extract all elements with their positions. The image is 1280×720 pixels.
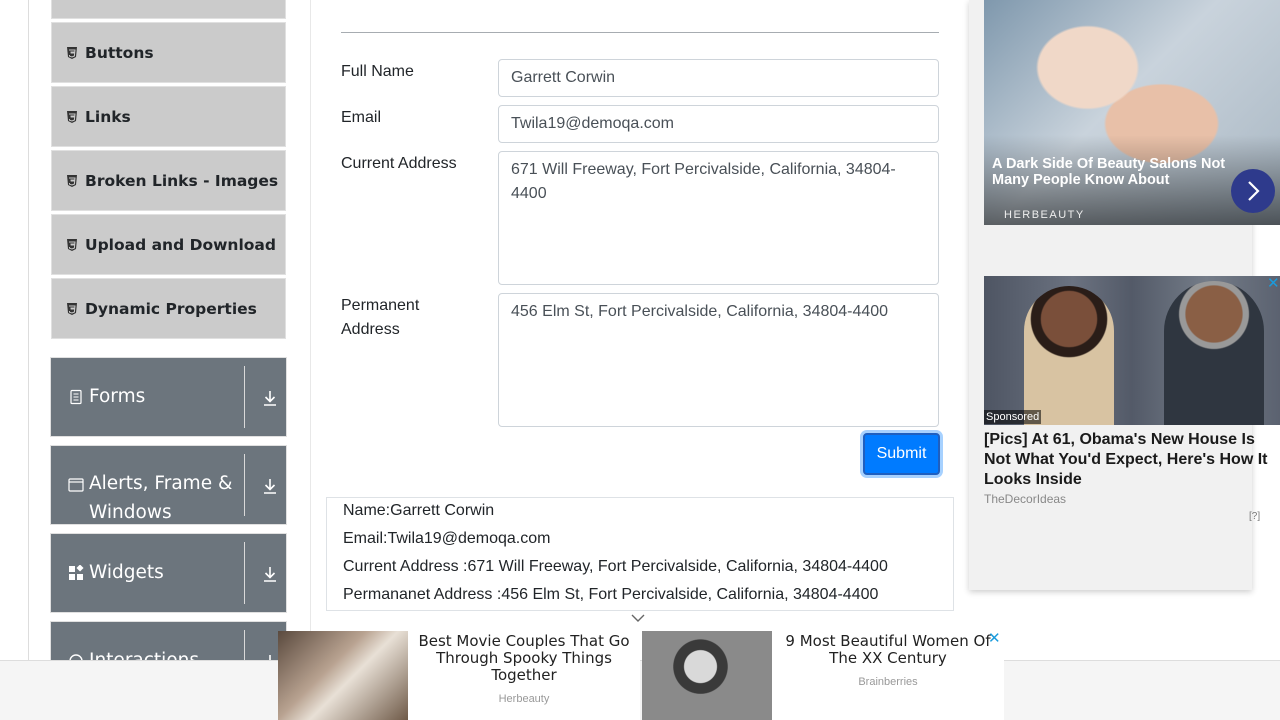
download-icon[interactable] xyxy=(261,477,279,495)
ad-obama-image[interactable] xyxy=(984,276,1280,425)
person-figure xyxy=(1024,286,1114,425)
sidebar-item-dynamic-properties[interactable]: Dynamic Properties xyxy=(51,278,286,339)
current-address-text: 671 Will Freeway, Fort Percivalside, Cal… xyxy=(511,161,896,202)
group-label: Widgets xyxy=(89,562,164,583)
sidebar-item-links[interactable]: Links xyxy=(51,86,286,147)
permanent-address-text: 456 Elm St, Fort Percivalside, Californi… xyxy=(511,303,889,320)
html5-icon xyxy=(66,238,78,251)
permanent-address-label: Permanent Address xyxy=(341,297,420,338)
html5-icon xyxy=(66,174,78,187)
group-divider xyxy=(244,454,245,516)
current-address-label: Current Address xyxy=(341,155,457,172)
sidebar-group-widgets[interactable]: Widgets xyxy=(50,533,287,613)
sidebar-left-border xyxy=(28,0,29,720)
email-input[interactable]: Twila19@demoqa.com xyxy=(498,105,939,143)
ad-info[interactable]: [?] xyxy=(1249,511,1260,522)
output-panel: Name:Garrett Corwin Email:Twila19@demoqa… xyxy=(326,497,954,611)
document-icon xyxy=(68,389,84,405)
ad-beauty-salons[interactable]: A Dark Side Of Beauty Salons Not Many Pe… xyxy=(984,0,1280,225)
email-label: Email xyxy=(341,109,382,126)
ad-title: 9 Most Beautiful Women Of The XX Century xyxy=(785,632,991,667)
close-icon[interactable]: ✕ xyxy=(988,631,1001,646)
widgets-icon xyxy=(68,565,84,581)
ad-title[interactable]: [Pics] At 61, Obama's New House Is Not W… xyxy=(984,430,1276,490)
ad-brand: HERBEAUTY xyxy=(1004,209,1085,221)
ad-title: Best Movie Couples That Go Through Spook… xyxy=(418,632,630,684)
sidebar-item-label: Dynamic Properties xyxy=(85,299,257,318)
ad-thumbnail xyxy=(278,631,408,720)
ad-source: Herbeauty xyxy=(498,693,550,705)
ad-title: A Dark Side Of Beauty Salons Not Many Pe… xyxy=(992,156,1226,188)
chevron-right-icon[interactable] xyxy=(1231,169,1275,213)
group-divider xyxy=(244,366,245,428)
html5-icon xyxy=(66,46,78,59)
download-icon[interactable] xyxy=(261,565,279,583)
submit-button[interactable]: Submit xyxy=(863,433,940,475)
sidebar-right-border xyxy=(310,0,311,720)
full-name-input[interactable]: Garrett Corwin xyxy=(498,59,939,97)
download-icon[interactable] xyxy=(261,389,279,407)
output-permanent-address: Permananet Address :456 Elm St, Fort Per… xyxy=(343,586,879,603)
current-address-textarea[interactable]: 671 Will Freeway, Fort Percivalside, Cal… xyxy=(498,151,939,285)
ad-thumbnail xyxy=(642,631,772,720)
full-name-label: Full Name xyxy=(341,63,414,80)
close-icon[interactable]: ✕ xyxy=(1267,276,1280,291)
sponsored-badge: Sponsored xyxy=(984,410,1042,424)
chevron-down-icon[interactable] xyxy=(630,612,646,624)
group-divider xyxy=(244,542,245,604)
output-email: Email:Twila19@demoqa.com xyxy=(343,530,551,547)
sidebar-item-label: Links xyxy=(85,107,131,126)
sidebar-item-partial[interactable] xyxy=(51,0,286,19)
form-divider xyxy=(341,32,939,33)
sidebar-item-upload-download[interactable]: Upload and Download xyxy=(51,214,286,275)
group-label: Alerts, Frame & Windows xyxy=(89,473,233,523)
sidebar-item-broken-links[interactable]: Broken Links - Images xyxy=(51,150,286,211)
sidebar-item-label: Broken Links - Images xyxy=(85,171,279,190)
person-figure xyxy=(1164,281,1264,425)
sidebar-group-alerts[interactable]: Alerts, Frame & Windows xyxy=(50,445,287,525)
sidebar-group-forms[interactable]: Forms xyxy=(50,357,287,437)
ad-source: Brainberries xyxy=(858,676,918,688)
html5-icon xyxy=(66,302,78,315)
output-current-address: Current Address :671 Will Freeway, Fort … xyxy=(343,558,888,575)
window-icon xyxy=(68,477,84,493)
permanent-address-textarea[interactable]: 456 Elm St, Fort Percivalside, Californi… xyxy=(498,293,939,427)
group-label: Forms xyxy=(89,386,146,407)
html5-icon xyxy=(66,110,78,123)
output-name: Name:Garrett Corwin xyxy=(343,502,495,519)
bottom-ad-2[interactable]: 9 Most Beautiful Women Of The XX Century… xyxy=(642,631,1004,720)
bottom-ad-bar xyxy=(0,660,1280,720)
sidebar-item-label: Buttons xyxy=(85,43,154,62)
sidebar-item-label: Upload and Download xyxy=(85,235,276,254)
bottom-ad-1[interactable]: Best Movie Couples That Go Through Spook… xyxy=(278,631,640,720)
sidebar-item-buttons[interactable]: Buttons xyxy=(51,22,286,83)
ad-source: TheDecorIdeas xyxy=(984,492,1067,506)
